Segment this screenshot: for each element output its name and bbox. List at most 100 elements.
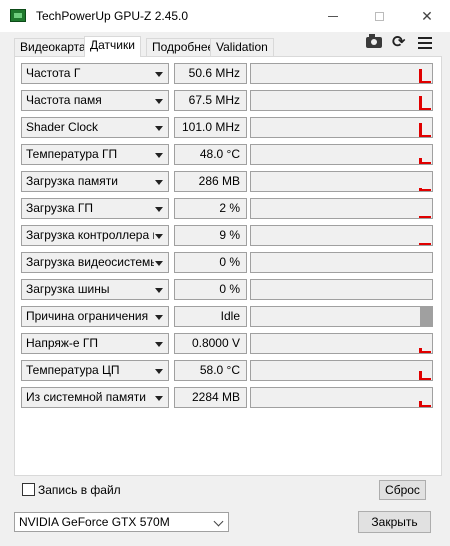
dropdown-arrow-icon — [155, 153, 163, 158]
sensor-value: 50.6 MHz — [174, 63, 247, 84]
reset-button[interactable]: Сброс — [379, 480, 426, 500]
sensor-graph — [250, 198, 433, 219]
sensor-value: 0 % — [174, 252, 247, 273]
sensor-graph — [250, 225, 433, 246]
sensor-select[interactable]: Из системной памяти — [21, 387, 169, 408]
camera-icon[interactable] — [366, 34, 382, 48]
sensor-graph — [250, 279, 433, 300]
window-title: TechPowerUp GPU-Z 2.45.0 — [36, 9, 189, 23]
gpu-select-dropdown[interactable]: NVIDIA GeForce GTX 570M — [14, 512, 229, 532]
sensor-value: 9 % — [174, 225, 247, 246]
sensor-row: Загрузка памяти 286 MB — [21, 171, 435, 192]
sensor-label: Температура ЦП — [26, 363, 120, 377]
dropdown-arrow-icon — [155, 207, 163, 212]
graph-bar-tail — [419, 216, 431, 218]
graph-bar-tail — [419, 351, 431, 353]
minimize-icon — [328, 15, 338, 17]
log-to-file-label: Запись в файл — [38, 483, 121, 497]
sensor-row: Температура ГП 48.0 °C — [21, 144, 435, 165]
dropdown-arrow-icon — [155, 315, 163, 320]
sensor-select[interactable]: Причина ограничения — [21, 306, 169, 327]
sensor-graph — [250, 63, 433, 84]
sensor-label: Загрузка шины — [26, 282, 110, 296]
sensor-select[interactable]: Загрузка ГП — [21, 198, 169, 219]
sensor-label: Загрузка контроллера па. — [26, 228, 154, 242]
sensor-value: 0.8000 V — [174, 333, 247, 354]
sensor-row: Загрузка контроллера па. 9 % — [21, 225, 435, 246]
sensor-label: Частота Г — [26, 66, 81, 80]
sensor-row: Температура ЦП 58.0 °C — [21, 360, 435, 381]
sensor-row: Причина ограничения Idle — [21, 306, 435, 327]
tab-graphics-card[interactable]: Видеокарта — [14, 38, 92, 56]
close-icon: ✕ — [421, 7, 433, 24]
tab-sensors[interactable]: Датчики — [84, 36, 141, 57]
sensor-label: Загрузка видеосистемы — [26, 255, 154, 269]
sensor-label: Причина ограничения — [26, 309, 149, 323]
sensor-select[interactable]: Загрузка памяти — [21, 171, 169, 192]
dropdown-arrow-icon — [155, 396, 163, 401]
sensor-graph — [250, 387, 433, 408]
minimize-button[interactable] — [310, 0, 356, 32]
sensor-graph — [250, 90, 433, 111]
sensor-graph — [250, 144, 433, 165]
graph-bar-tail — [419, 243, 431, 245]
sensor-row: Частота памя 67.5 MHz — [21, 90, 435, 111]
sensor-row: Загрузка видеосистемы 0 % — [21, 252, 435, 273]
sensor-label: Из системной памяти — [26, 390, 146, 404]
sensor-value: 67.5 MHz — [174, 90, 247, 111]
sensor-row: Частота Г 50.6 MHz — [21, 63, 435, 84]
sensor-value: 0 % — [174, 279, 247, 300]
sensor-select[interactable]: Загрузка шины — [21, 279, 169, 300]
dropdown-arrow-icon — [155, 180, 163, 185]
graph-bar-tail — [419, 135, 431, 137]
sensor-label: Напряж-е ГП — [26, 336, 99, 350]
graph-bar-tail — [419, 81, 431, 83]
sensor-graph — [250, 252, 433, 273]
dropdown-arrow-icon — [155, 126, 163, 131]
sensor-select[interactable]: Частота памя — [21, 90, 169, 111]
chevron-down-icon — [213, 516, 224, 527]
dropdown-arrow-icon — [155, 234, 163, 239]
gpu-select-value: NVIDIA GeForce GTX 570M — [19, 515, 170, 529]
sensor-row: Напряж-е ГП 0.8000 V — [21, 333, 435, 354]
log-to-file-checkbox[interactable] — [22, 483, 35, 496]
gpuz-app-icon — [10, 9, 26, 22]
sensor-graph — [250, 333, 433, 354]
sensor-label: Загрузка ГП — [26, 201, 93, 215]
graph-bar — [420, 307, 432, 326]
graph-bar-tail — [419, 405, 431, 407]
graph-bar-tail — [419, 162, 431, 164]
dropdown-arrow-icon — [155, 342, 163, 347]
menu-icon[interactable] — [418, 37, 432, 49]
sensor-value: 2284 MB — [174, 387, 247, 408]
close-button[interactable]: Закрыть — [358, 511, 431, 533]
dropdown-arrow-icon — [155, 72, 163, 77]
dropdown-arrow-icon — [155, 288, 163, 293]
dropdown-arrow-icon — [155, 369, 163, 374]
sensor-label: Shader Clock — [26, 120, 99, 134]
sensor-graph — [250, 117, 433, 138]
sensor-label: Частота памя — [26, 93, 102, 107]
sensor-value: 101.0 MHz — [174, 117, 247, 138]
sensor-select[interactable]: Загрузка видеосистемы — [21, 252, 169, 273]
sensor-select[interactable]: Загрузка контроллера па. — [21, 225, 169, 246]
sensor-select[interactable]: Shader Clock — [21, 117, 169, 138]
sensor-select[interactable]: Частота Г — [21, 63, 169, 84]
sensor-row: Загрузка шины 0 % — [21, 279, 435, 300]
refresh-icon[interactable]: ⟳ — [392, 35, 408, 51]
dropdown-arrow-icon — [155, 261, 163, 266]
close-window-button[interactable]: ✕ — [404, 0, 450, 32]
sensor-row: Загрузка ГП 2 % — [21, 198, 435, 219]
tab-validation[interactable]: Validation — [210, 38, 274, 56]
sensor-select[interactable]: Температура ГП — [21, 144, 169, 165]
sensor-value: 48.0 °C — [174, 144, 247, 165]
sensor-row: Из системной памяти 2284 MB — [21, 387, 435, 408]
sensor-select[interactable]: Напряж-е ГП — [21, 333, 169, 354]
title-bar: TechPowerUp GPU-Z 2.45.0 ✕ — [0, 0, 450, 32]
sensor-value: Idle — [174, 306, 247, 327]
dropdown-arrow-icon — [155, 99, 163, 104]
sensor-label: Температура ГП — [26, 147, 118, 161]
sensor-value: 286 MB — [174, 171, 247, 192]
sensor-value: 58.0 °C — [174, 360, 247, 381]
sensor-select[interactable]: Температура ЦП — [21, 360, 169, 381]
